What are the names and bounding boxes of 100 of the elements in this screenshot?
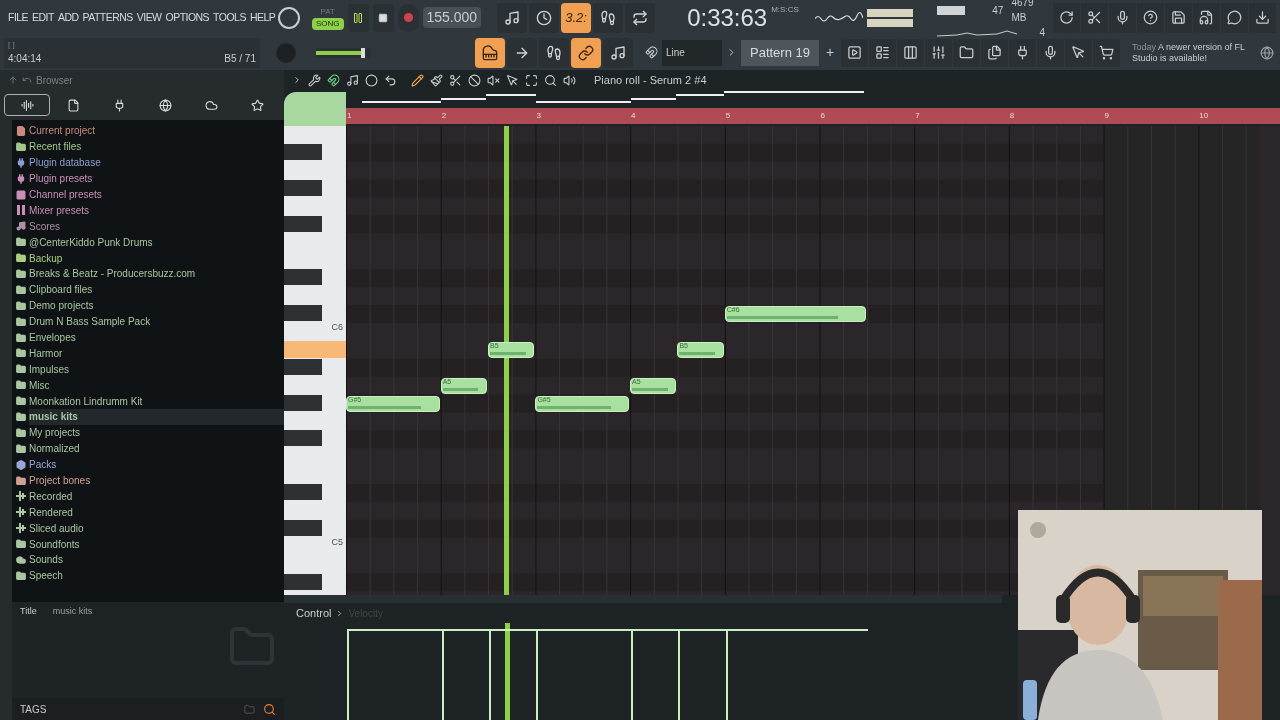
note-icon[interactable]: [346, 73, 359, 87]
chat-button[interactable]: [1221, 2, 1248, 33]
sharp-key[interactable]: [284, 519, 322, 536]
undo-icon[interactable]: [384, 73, 397, 87]
sharp-key[interactable]: [284, 143, 322, 160]
snap-selector[interactable]: Line: [662, 39, 722, 66]
piano-button[interactable]: [475, 37, 505, 68]
select-icon[interactable]: [506, 73, 519, 87]
browser-item[interactable]: Envelopes: [29, 329, 284, 346]
menu-item[interactable]: EDIT: [32, 9, 54, 26]
chevron-icon[interactable]: [292, 75, 302, 85]
piano-roll-button[interactable]: [869, 38, 896, 67]
master-volume-slider[interactable]: [316, 47, 371, 58]
volume-thumb[interactable]: [360, 47, 365, 58]
export-button[interactable]: [1193, 2, 1220, 33]
wrench-icon[interactable]: [308, 73, 321, 87]
browser-item[interactable]: Impulses: [29, 361, 284, 378]
browser-item[interactable]: Recorded: [29, 488, 284, 505]
sharp-key[interactable]: [284, 215, 322, 232]
up-icon[interactable]: [8, 75, 18, 85]
browser-item[interactable]: Clipboard files: [29, 281, 284, 298]
circle-icon[interactable]: [365, 73, 378, 87]
browser-item[interactable]: My projects: [29, 424, 284, 441]
browser-item[interactable]: Moonkation Lindrumm Kit: [29, 393, 284, 410]
brush-icon[interactable]: [430, 73, 443, 87]
arrow-button[interactable]: [507, 37, 537, 68]
save-button[interactable]: [1165, 2, 1192, 33]
metronome-button[interactable]: [603, 37, 633, 68]
playlist-button[interactable]: [841, 38, 868, 67]
menu-item[interactable]: ADD: [57, 9, 79, 26]
browser-item[interactable]: Normalized: [29, 440, 284, 457]
help-button[interactable]: [1137, 2, 1164, 33]
search-icon[interactable]: [263, 702, 276, 716]
sharp-key[interactable]: [284, 573, 322, 590]
browser-item[interactable]: Harmor: [29, 345, 284, 362]
loop-button[interactable]: [625, 2, 656, 33]
browser-item[interactable]: Soundfonts: [29, 536, 284, 553]
metronome-button[interactable]: [497, 2, 528, 33]
main-volume-knob[interactable]: [278, 6, 300, 29]
browser-item[interactable]: Breaks & Beatz - Producersbuzz.com: [29, 266, 284, 282]
sharp-key[interactable]: [284, 179, 322, 196]
link-button[interactable]: [571, 37, 601, 68]
mixer-button[interactable]: [925, 38, 952, 67]
plugin-button[interactable]: [1009, 38, 1036, 67]
mode-toggle[interactable]: SONG: [312, 17, 344, 30]
browser-item[interactable]: Project bones: [29, 472, 284, 489]
mute-icon[interactable]: [487, 73, 500, 87]
browser-item[interactable]: Demo projects: [29, 297, 284, 314]
pattern-selector[interactable]: Pattern 19: [741, 39, 819, 66]
pointer-button[interactable]: [1065, 38, 1092, 67]
browser-item[interactable]: Speech: [29, 567, 284, 584]
mic-button[interactable]: [1109, 2, 1136, 33]
browser-item[interactable]: Scores: [29, 218, 284, 235]
browser-item[interactable]: Plugin database: [29, 154, 284, 171]
pencil-icon[interactable]: [411, 73, 424, 87]
browser-item[interactable]: Mixer presets: [29, 202, 284, 219]
channels-button[interactable]: [897, 38, 924, 67]
cut-button[interactable]: [1081, 2, 1108, 33]
step-button[interactable]: [593, 2, 624, 33]
speaker-icon[interactable]: [563, 73, 576, 87]
browser-item[interactable]: Sliced audio: [29, 520, 284, 537]
download-button[interactable]: [1249, 2, 1276, 33]
zoom-icon[interactable]: [544, 73, 557, 87]
sharp-key[interactable]: [284, 394, 322, 411]
browser-item[interactable]: Misc: [29, 377, 284, 394]
browser-item[interactable]: Channel presets: [29, 186, 284, 203]
mic-stand-button[interactable]: [1037, 38, 1064, 67]
menu-item[interactable]: HELP: [249, 9, 276, 26]
zoom-fit-icon[interactable]: [525, 73, 538, 87]
delete-icon[interactable]: [468, 73, 481, 87]
menu-item[interactable]: TOOLS: [213, 9, 246, 26]
menu-item[interactable]: FILE: [8, 9, 29, 26]
sharp-key[interactable]: [284, 358, 322, 375]
browser-item[interactable]: Plugin presets: [29, 170, 284, 187]
step-button[interactable]: [539, 37, 569, 68]
back-icon[interactable]: [22, 75, 32, 85]
browser-item[interactable]: Drum N Bass Sample Pack: [29, 313, 284, 330]
browser-item[interactable]: Recent files: [29, 138, 284, 155]
tempo-display[interactable]: 155.000: [422, 7, 482, 28]
add-pattern-button[interactable]: +: [823, 42, 837, 63]
news-message[interactable]: Today A newer version of FL Studio is available!: [1132, 41, 1248, 64]
undo-button[interactable]: [1053, 2, 1080, 33]
stop-button[interactable]: [372, 3, 394, 32]
countdown-button[interactable]: 3.2:: [561, 2, 592, 33]
wait-button[interactable]: [529, 2, 560, 33]
scissors-icon[interactable]: [449, 73, 462, 87]
browser-tab[interactable]: [4, 94, 50, 116]
sharp-key[interactable]: [284, 430, 322, 447]
sharp-key[interactable]: [284, 269, 322, 286]
cart-button[interactable]: [1093, 38, 1120, 67]
browser-item[interactable]: Sounds: [29, 552, 284, 568]
browser-button[interactable]: [953, 38, 980, 67]
play-pause-button[interactable]: [347, 3, 369, 32]
browser-item[interactable]: Current project: [29, 123, 284, 139]
browser-item[interactable]: Rendered: [29, 504, 284, 521]
browser-item[interactable]: @CenterKiddo Punk Drums: [29, 234, 284, 251]
menu-item[interactable]: PATTERNS: [82, 9, 133, 26]
piano-keyboard[interactable]: C6 C5: [284, 126, 346, 595]
magnet-icon[interactable]: [327, 73, 340, 87]
menu-item[interactable]: VIEW: [136, 9, 162, 26]
